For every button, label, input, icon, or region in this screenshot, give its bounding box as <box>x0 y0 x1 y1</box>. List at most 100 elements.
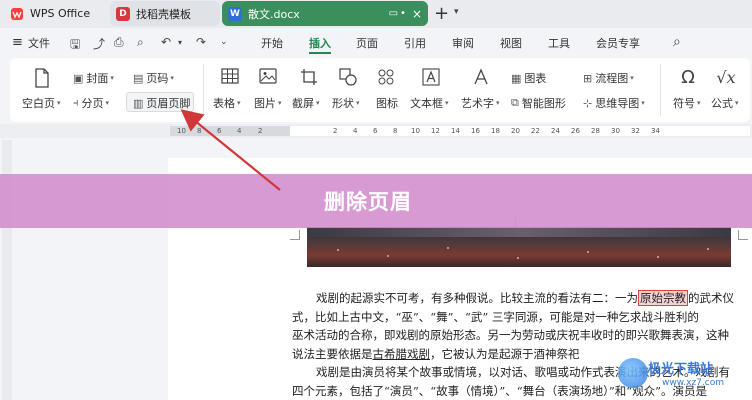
horizontal-ruler[interactable]: 10 8 6 4 2 2 4 6 8 10 12 14 16 18 20 22 … <box>0 124 752 138</box>
search-icon[interactable]: ⌕ <box>673 34 681 50</box>
tab-wps-office[interactable]: WPS Office <box>4 1 108 26</box>
header-image-detail <box>707 248 709 250</box>
page-number-button[interactable]: ▤ 页码 ▾ <box>133 70 174 86</box>
print-icon[interactable]: ⎙ <box>114 35 124 50</box>
page-break-icon: ⫞ <box>73 96 79 109</box>
page-break-button[interactable]: ⫞ 分页 ▾ <box>73 95 109 111</box>
textbox-icon[interactable] <box>421 68 441 88</box>
button-label: 智能图形 <box>521 97 566 110</box>
ruler-tick: 30 <box>611 127 620 135</box>
ruler-tick: 18 <box>491 127 500 135</box>
cover-button[interactable]: ▣ 封面 ▾ <box>73 70 114 86</box>
menu-page[interactable]: 页面 <box>356 35 378 51</box>
chevron-down-icon[interactable]: ▾ <box>454 7 459 17</box>
symbol-button[interactable]: 符号 ▾ <box>673 95 701 111</box>
tab-label: 找稻壳模板 <box>136 7 191 21</box>
ruler-tick: 24 <box>551 127 560 135</box>
text-run: 戏剧的起源实不可考，有多种假说。比较主流的看法有二：一为 <box>316 291 638 305</box>
chevron-down-icon: ▾ <box>110 74 114 82</box>
file-menu[interactable]: 文件 <box>28 35 50 51</box>
monitor-icon[interactable]: ▭ <box>389 8 398 19</box>
paragraph-line: 式，比如上古中文，“巫”、“舞”、“武” 三字同源，可能是对一种乞求战斗胜利的 <box>292 309 699 324</box>
chevron-down-icon[interactable]: ⌄ <box>220 37 228 47</box>
header-image-detail <box>587 251 589 253</box>
button-label: 页码 <box>146 72 169 85</box>
ruler-tick: 26 <box>571 127 580 135</box>
chevron-down-icon[interactable]: ▾ <box>178 38 182 47</box>
blank-page-icon[interactable] <box>32 68 52 88</box>
chart-button[interactable]: ▦ 图表 <box>511 70 546 86</box>
ruler-tick: 22 <box>531 127 540 135</box>
button-label: 空白页 <box>22 97 55 110</box>
header-image-detail <box>657 256 659 258</box>
hamburger-icon[interactable]: ≡ <box>12 35 23 50</box>
save-icon[interactable]: 🖫 <box>70 35 80 56</box>
chevron-down-icon: ▾ <box>105 99 110 107</box>
table-button[interactable]: 表格 ▾ <box>213 95 241 111</box>
dot-icon: • <box>400 8 406 19</box>
picture-icon[interactable] <box>258 68 278 88</box>
icon-library-icon[interactable] <box>376 68 396 88</box>
button-label: 图标 <box>376 97 398 110</box>
screenshot-button[interactable]: 截屏 ▾ <box>292 95 320 111</box>
smart-graphic-button[interactable]: ⧉ 智能图形 <box>511 95 566 111</box>
formula-button[interactable]: 公式 ▾ <box>711 95 739 111</box>
ruler-tick: 8 <box>197 127 202 135</box>
tab-template[interactable]: D 找稻壳模板 <box>110 1 220 26</box>
chevron-down-icon: ▾ <box>697 99 701 107</box>
ruler-tick: 34 <box>651 127 660 135</box>
blank-page-button[interactable]: 空白页 ▾ <box>22 95 61 111</box>
chevron-down-icon: ▾ <box>316 99 320 107</box>
shape-icon[interactable] <box>338 68 358 88</box>
close-icon[interactable]: × <box>412 7 422 21</box>
add-tab-button[interactable]: + <box>434 3 449 24</box>
table-icon[interactable] <box>220 68 240 88</box>
art-text-icon[interactable] <box>471 68 491 88</box>
mindmap-button[interactable]: ⊹ 思维导图 ▾ <box>583 95 645 111</box>
formula-icon[interactable]: √x <box>716 68 736 88</box>
button-label: 公式 <box>711 97 733 110</box>
chevron-down-icon: ▾ <box>278 99 282 107</box>
icon-button[interactable]: 图标 <box>376 95 398 111</box>
picture-button[interactable]: 图片 ▾ <box>254 95 282 111</box>
print-preview-icon[interactable]: ⌕ <box>137 35 144 50</box>
textbox-button[interactable]: 文本框 ▾ <box>410 95 449 111</box>
title-bar: WPS Office D 找稻壳模板 W 散文.docx ▭ • × + ▾ <box>0 0 752 28</box>
redo-icon[interactable]: ↷ <box>196 35 206 49</box>
export-icon[interactable]: ⤴ <box>93 35 105 52</box>
ruler-tick: 20 <box>511 127 520 135</box>
shape-button[interactable]: 形状 ▾ <box>332 95 360 111</box>
ruler-tick: 10 <box>177 127 186 135</box>
tab-label: WPS Office <box>30 7 91 20</box>
menu-insert[interactable]: 插入 <box>309 35 331 51</box>
template-icon: D <box>116 6 130 21</box>
watermark-text: 极光下载站 <box>648 362 714 377</box>
tab-document[interactable]: W 散文.docx ▭ • × <box>222 1 428 26</box>
menu-member[interactable]: 会员专享 <box>596 35 640 51</box>
header-footer-button[interactable]: ▥ 页眉页脚 <box>133 95 190 111</box>
ruler-tick: 6 <box>217 127 222 135</box>
menu-home[interactable]: 开始 <box>261 35 283 51</box>
menu-references[interactable]: 引用 <box>404 35 426 51</box>
chevron-down-icon: ▾ <box>237 99 241 107</box>
header-image-detail <box>517 257 519 259</box>
doc-icon: W <box>228 6 242 21</box>
header-image-detail <box>337 249 339 251</box>
button-label: 分页 <box>81 97 104 110</box>
button-label: 页眉页脚 <box>146 97 191 110</box>
menu-view[interactable]: 视图 <box>500 35 522 51</box>
flowchart-button[interactable]: ⊞ 流程图 ▾ <box>583 70 634 86</box>
omega-icon[interactable]: Ω <box>678 68 698 88</box>
button-label: 流程图 <box>595 72 629 85</box>
margin-corner-mark <box>738 230 748 240</box>
screenshot-icon[interactable] <box>299 68 319 88</box>
undo-icon[interactable]: ↶ <box>161 35 171 49</box>
header-image-sky <box>307 227 731 237</box>
header-image[interactable] <box>307 227 731 267</box>
menu-tools[interactable]: 工具 <box>548 35 570 51</box>
menu-review[interactable]: 审阅 <box>452 35 474 51</box>
text-run: 的武术仪 <box>688 291 734 305</box>
button-label: 符号 <box>673 97 695 110</box>
art-text-button[interactable]: 艺术字 ▾ <box>461 95 500 111</box>
chevron-down-icon: ▾ <box>57 99 61 107</box>
